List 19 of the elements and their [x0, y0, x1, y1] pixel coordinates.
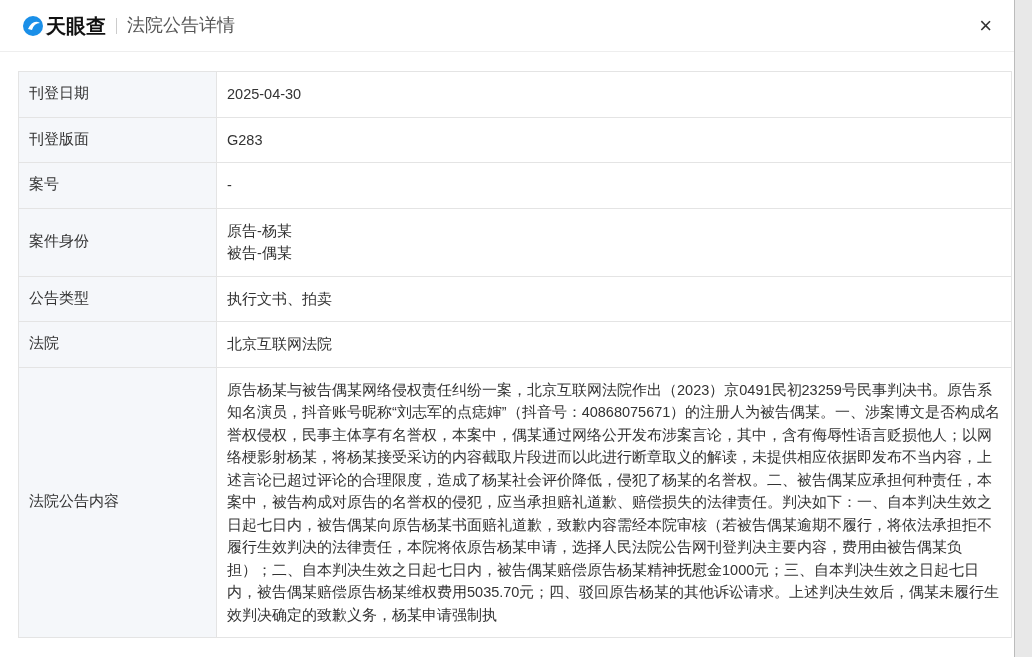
field-label: 刊登版面	[19, 117, 217, 162]
page-title: 法院公告详情	[127, 14, 235, 37]
field-label: 案号	[19, 163, 217, 208]
field-value: G283	[227, 130, 264, 150]
field-value: 北京互联网法院	[227, 335, 333, 354]
field-value: 执行文书、拍卖	[227, 289, 333, 309]
field-label: 法院	[19, 322, 217, 367]
brand-name: 天眼查	[46, 13, 106, 39]
logo-icon	[22, 14, 44, 37]
field-value: 原告-杨某	[227, 221, 293, 241]
close-button[interactable]: ×	[979, 14, 992, 37]
field-label: 公告类型	[19, 276, 217, 321]
field-label: 刊登日期	[19, 72, 217, 117]
field-value: 原告杨某与被告偶某网络侵权责任纠纷一案，北京互联网法院作出（2023）京0491民初23259号民事判决书。原告系知名演员，抖音账号昵称“刘志军的点痣婶”（抖音号：40868075671）的注册人为被告偶某。一、涉案博文是否构成名誉权侵权，民事主体享有名誉权，本案中，偶某通过网络公开发布涉案言论，其中，含有侮辱性语言贬损他人；以网络梗影射杨某，将杨某接受采访的内容截取片段进而以此进行断章取义的解读，未提供相应依据即发布不当内容，上述言论已超过评论的合理限度，造成了杨某社会评价降低，侵犯了杨某的名誉权。二、被告偶某应承担何种责任，本案中，被告构成对原告的名誉权的侵犯，应当承担赔礼道歉、赔偿损失的法律责任。判决如下：一、自本判决生效之日起七日内，被告偶某向原告杨某书面赔礼道歉，致歉内容需经本院审核（若被告偶某逾期不履行，将依法承担拒不履行生效判决的法律责任，本院将依原告杨某申请，选择人民法院公告网刊登判决主要内容，费用由被告偶某负担）；二、自本判决生效之日起七日内，被告偶某赔偿原告杨某精神抚慰金1000元；三、自本判决生效之日起七日内，被告偶某赔偿原告杨某维权费用5035.70元；四、驳回原告杨某的其他诉讼请求。上述判决生效后，偶某未履行生效判决确定的致歉义务，杨某申请强制执	[227, 380, 1001, 625]
field-label: 案件身份	[19, 208, 217, 276]
field-label: 法院公告内容	[19, 367, 217, 637]
field-value: 2025-04-30	[227, 85, 303, 104]
field-value: 被告-偶某	[227, 244, 293, 263]
field-value: -	[227, 176, 233, 195]
